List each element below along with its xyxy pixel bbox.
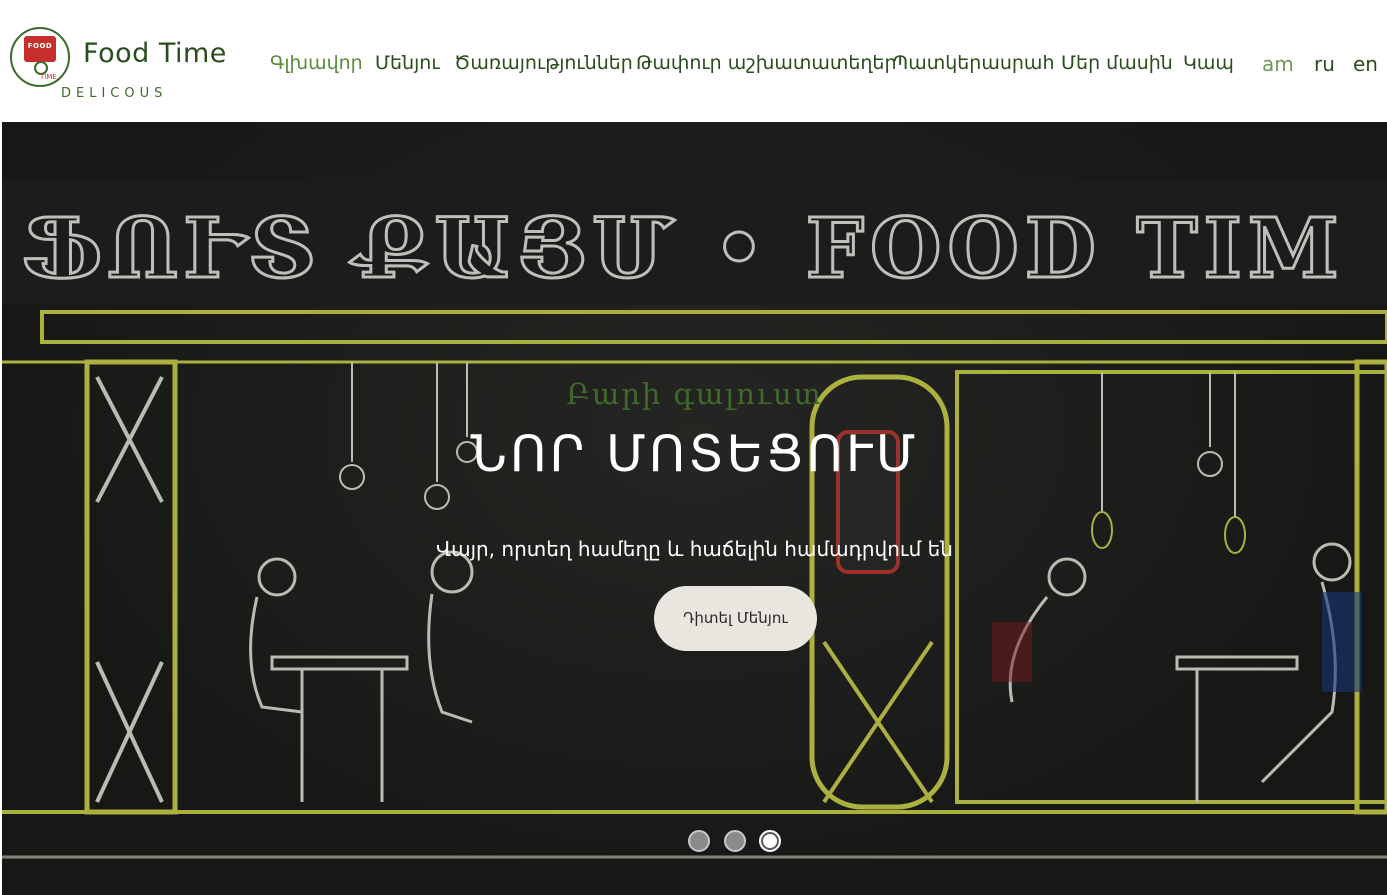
slider-dot-3[interactable] xyxy=(759,830,781,852)
slider-dot-2[interactable] xyxy=(724,830,746,852)
nav-item-home[interactable]: Գլխավոր xyxy=(270,52,363,74)
view-menu-button[interactable]: Դիտել Մենյու xyxy=(654,586,817,651)
nav-item-about[interactable]: Մեր մասին xyxy=(1061,52,1173,74)
hero-title: ՆՈՐ ՄՈՏԵՑՈՒՄ xyxy=(470,425,919,483)
hero-description: Վայր, որտեղ համեղը և հաճելին համադրվում … xyxy=(436,537,953,561)
logo-text: FOOD xyxy=(27,42,53,50)
logo-red-plate: FOOD xyxy=(24,36,56,62)
chalkboard-illustration: ՖՈՒՏ ՔԱՅՄ • FOOD TIM xyxy=(2,122,1387,895)
nav-item-vacancies[interactable]: Թափուր աշխատատեղեր xyxy=(636,52,897,74)
logo-subtext: TIME xyxy=(40,73,57,81)
slider-dot-1[interactable] xyxy=(688,830,710,852)
nav-item-gallery[interactable]: Պատկերասրահ xyxy=(893,52,1054,74)
nav-item-contact[interactable]: Կապ xyxy=(1183,52,1234,74)
lang-en[interactable]: en xyxy=(1353,52,1378,76)
nav-item-menu[interactable]: Մենյու xyxy=(375,52,440,74)
brand-tagline: DELICOUS xyxy=(61,86,168,101)
logo-icon[interactable]: FOOD TIME xyxy=(10,27,70,87)
hero-subtitle: Բարի գալուստ xyxy=(566,377,823,411)
lang-am[interactable]: am xyxy=(1262,52,1294,76)
site-header: FOOD TIME Food Time DELICOUS Գլխավոր Մեն… xyxy=(0,0,1387,122)
nav-item-services[interactable]: Ծառայություններ xyxy=(454,52,633,74)
lang-ru[interactable]: ru xyxy=(1314,52,1335,76)
hero-slider: ՖՈՒՏ ՔԱՅՄ • FOOD TIM Բարի գալուստ ՆՈՐ ՄՈ… xyxy=(2,122,1387,895)
brand-name[interactable]: Food Time xyxy=(83,38,227,69)
